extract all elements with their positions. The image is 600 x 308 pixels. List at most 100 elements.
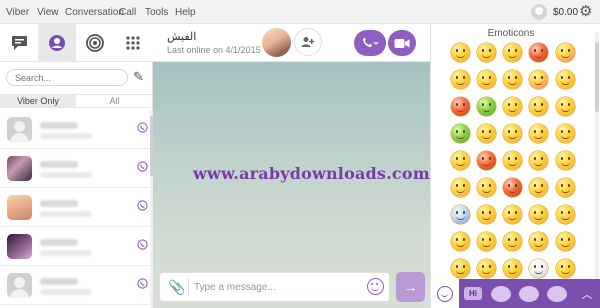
emoticon-item[interactable] bbox=[503, 97, 522, 116]
menu-view[interactable]: View bbox=[37, 7, 59, 18]
emoticon-item[interactable] bbox=[529, 97, 548, 116]
emoticon-item[interactable] bbox=[529, 205, 548, 224]
tab-sticker-pack-4[interactable] bbox=[543, 279, 571, 308]
emoticon-item[interactable] bbox=[556, 124, 575, 143]
filter-all[interactable]: All bbox=[76, 95, 153, 107]
contact-detail-blurred bbox=[40, 133, 92, 139]
emoticon-item[interactable] bbox=[451, 259, 470, 278]
chat-bubble-icon bbox=[11, 36, 27, 50]
emoticon-item[interactable] bbox=[477, 124, 496, 143]
account-balance[interactable]: $0.00 bbox=[553, 7, 578, 18]
contact-name-blurred bbox=[40, 278, 78, 285]
menu-tools[interactable]: Tools bbox=[145, 7, 168, 18]
compose-icon[interactable]: ✎ bbox=[133, 70, 144, 84]
emoticon-item[interactable] bbox=[451, 205, 470, 224]
emoticon-item[interactable] bbox=[556, 151, 575, 170]
emoticon-item[interactable] bbox=[556, 178, 575, 197]
list-item[interactable] bbox=[0, 227, 150, 266]
emoticon-button[interactable] bbox=[367, 278, 384, 295]
emoticon-item[interactable] bbox=[503, 178, 522, 197]
emoticon-item[interactable] bbox=[503, 43, 522, 62]
emoticon-item[interactable] bbox=[503, 232, 522, 251]
contact-name: الفيش bbox=[167, 31, 197, 43]
emoticon-item[interactable] bbox=[477, 259, 496, 278]
viber-icon bbox=[137, 239, 148, 250]
list-item[interactable] bbox=[0, 266, 150, 305]
emoticon-item[interactable] bbox=[451, 151, 470, 170]
emoticon-item[interactable] bbox=[477, 178, 496, 197]
contact-name-blurred bbox=[40, 161, 78, 168]
emoticon-item[interactable] bbox=[503, 124, 522, 143]
search-input[interactable] bbox=[6, 69, 128, 86]
emoticon-item[interactable] bbox=[556, 43, 575, 62]
send-button[interactable]: → bbox=[396, 272, 425, 302]
emoticon-item[interactable] bbox=[556, 259, 575, 278]
menu-conversation[interactable]: Conversation bbox=[65, 7, 124, 18]
contact-name-blurred bbox=[40, 239, 78, 246]
avatar[interactable] bbox=[262, 28, 291, 57]
tab-emoticons[interactable] bbox=[431, 279, 459, 308]
tab-sticker-pack-2[interactable] bbox=[487, 279, 515, 308]
avatar bbox=[7, 195, 32, 220]
list-item[interactable] bbox=[0, 188, 150, 227]
menu-help[interactable]: Help bbox=[175, 7, 196, 18]
emoticon-item[interactable] bbox=[556, 232, 575, 251]
tab-sticker-pack-3[interactable] bbox=[515, 279, 543, 308]
tab-more[interactable] bbox=[114, 24, 152, 62]
sticker-icon bbox=[519, 285, 539, 302]
chevron-up-icon: ︿ bbox=[581, 288, 593, 301]
account-avatar[interactable] bbox=[531, 4, 547, 20]
emoticon-item[interactable] bbox=[477, 205, 496, 224]
emoticon-item[interactable] bbox=[529, 259, 548, 278]
emoticon-panel-title: Emoticons bbox=[487, 28, 535, 39]
emoticon-item[interactable] bbox=[451, 70, 470, 89]
public-chats-icon bbox=[86, 34, 104, 52]
emoticon-item[interactable] bbox=[477, 232, 496, 251]
emoticon-item[interactable] bbox=[529, 178, 548, 197]
menu-call[interactable]: Call bbox=[119, 7, 136, 18]
emoticon-item[interactable] bbox=[477, 151, 496, 170]
avatar bbox=[7, 156, 32, 181]
emoticon-item[interactable] bbox=[556, 70, 575, 89]
sticker-icon bbox=[491, 285, 511, 302]
emoticon-item[interactable] bbox=[451, 178, 470, 197]
emoticon-item[interactable] bbox=[529, 232, 548, 251]
emoticon-item[interactable] bbox=[503, 151, 522, 170]
emoticon-item[interactable] bbox=[503, 259, 522, 278]
emoticon-item[interactable] bbox=[477, 43, 496, 62]
emoticon-item[interactable] bbox=[529, 70, 548, 89]
list-item[interactable] bbox=[0, 149, 150, 188]
collapse-stickers-button[interactable]: ︿ bbox=[573, 279, 600, 308]
emoticon-item[interactable] bbox=[556, 97, 575, 116]
message-input[interactable] bbox=[188, 278, 364, 296]
emoticon-item[interactable] bbox=[451, 43, 470, 62]
filter-viber-only[interactable]: Viber Only bbox=[0, 95, 76, 107]
emoticon-scrollbar[interactable] bbox=[595, 32, 599, 282]
call-button[interactable] bbox=[354, 30, 386, 56]
emoticon-item[interactable] bbox=[477, 70, 496, 89]
menu-viber[interactable]: Viber bbox=[6, 7, 29, 18]
tab-contacts[interactable] bbox=[38, 24, 76, 62]
emoticon-item[interactable] bbox=[451, 97, 470, 116]
emoticon-item[interactable] bbox=[529, 43, 548, 62]
emoticon-item[interactable] bbox=[556, 205, 575, 224]
emoticon-item[interactable] bbox=[529, 151, 548, 170]
contact-filters: Viber Only All bbox=[0, 94, 153, 108]
emoticon-item[interactable] bbox=[503, 70, 522, 89]
contact-detail-blurred bbox=[40, 250, 92, 256]
scrollbar-thumb[interactable] bbox=[595, 42, 599, 112]
add-participant-button[interactable] bbox=[294, 28, 322, 56]
emoticon-item[interactable] bbox=[529, 124, 548, 143]
emoticon-item[interactable] bbox=[451, 232, 470, 251]
video-call-button[interactable] bbox=[388, 30, 416, 56]
paperclip-icon[interactable]: 📎 bbox=[168, 279, 185, 295]
tab-sticker-pack-1[interactable]: Hi bbox=[459, 279, 487, 308]
tab-chats[interactable] bbox=[0, 24, 38, 62]
list-item[interactable] bbox=[0, 110, 150, 149]
gear-icon[interactable]: ⚙ bbox=[579, 3, 592, 21]
tab-public-chats[interactable] bbox=[76, 24, 114, 62]
emoticon-item[interactable] bbox=[477, 97, 496, 116]
emoticon-item[interactable] bbox=[503, 205, 522, 224]
emoticon-item[interactable] bbox=[451, 124, 470, 143]
smiley-icon bbox=[437, 285, 453, 302]
